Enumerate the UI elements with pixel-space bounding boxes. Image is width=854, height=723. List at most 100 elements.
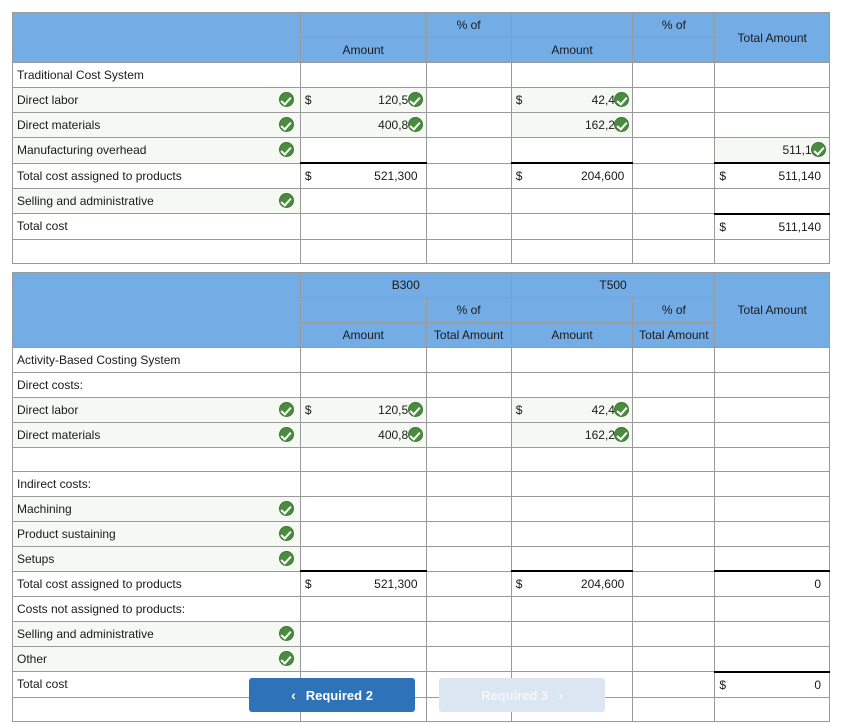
value-cell[interactable]: 42,400 — [510, 87, 634, 113]
value-cell[interactable]: 511,140 — [714, 162, 830, 189]
value-cell[interactable] — [632, 596, 716, 622]
value-cell[interactable]: 42,400 — [510, 396, 634, 423]
value-cell[interactable] — [714, 495, 830, 522]
value-cell[interactable] — [510, 596, 634, 622]
value-cell[interactable] — [632, 570, 716, 597]
value-cell[interactable] — [425, 421, 512, 448]
value-cell[interactable] — [632, 396, 716, 423]
value-cell[interactable] — [632, 495, 716, 522]
value-cell[interactable] — [299, 62, 427, 88]
value-cell[interactable]: 162,200 — [510, 421, 634, 448]
value-cell[interactable] — [425, 470, 512, 497]
value-cell[interactable] — [510, 213, 634, 240]
value-cell[interactable]: 204,600 — [510, 162, 634, 189]
value-cell[interactable]: 400,800 — [299, 112, 427, 138]
value-cell[interactable] — [510, 62, 634, 88]
value-cell[interactable] — [425, 396, 512, 423]
value-cell[interactable] — [714, 188, 830, 214]
value-cell[interactable] — [299, 621, 427, 647]
value-cell[interactable] — [714, 446, 830, 472]
value-cell[interactable] — [510, 646, 634, 672]
value-cell[interactable] — [632, 213, 716, 240]
value-cell[interactable] — [510, 137, 634, 164]
value-cell[interactable]: 400,800 — [299, 421, 427, 448]
value-cell[interactable] — [510, 545, 634, 572]
value-cell[interactable] — [714, 112, 830, 138]
value-cell[interactable] — [425, 446, 512, 472]
value-cell[interactable] — [299, 545, 427, 572]
value-cell[interactable] — [425, 87, 512, 113]
value-cell[interactable] — [714, 346, 830, 373]
value-cell[interactable] — [632, 62, 716, 88]
value-cell[interactable] — [714, 596, 830, 622]
required-3-button[interactable]: Required 3 › — [439, 678, 605, 712]
value-cell[interactable] — [299, 495, 427, 522]
value-cell[interactable] — [299, 520, 427, 547]
value-cell[interactable]: 521,300 — [299, 570, 427, 597]
value-cell[interactable] — [425, 646, 512, 672]
value-cell[interactable] — [510, 346, 634, 373]
value-cell[interactable] — [299, 371, 427, 398]
value-cell[interactable] — [632, 87, 716, 113]
value-cell[interactable]: 511,140 — [714, 137, 830, 164]
value-cell[interactable] — [714, 87, 830, 113]
value-cell[interactable]: 120,500 — [299, 87, 427, 113]
value-cell[interactable] — [425, 621, 512, 647]
value-cell[interactable] — [632, 112, 716, 138]
value-cell[interactable] — [632, 520, 716, 547]
value-cell[interactable] — [510, 495, 634, 522]
value-cell[interactable] — [425, 570, 512, 597]
value-cell[interactable] — [510, 446, 634, 472]
value-cell[interactable] — [425, 495, 512, 522]
value-cell[interactable]: 120,500 — [299, 396, 427, 423]
value-cell[interactable] — [714, 621, 830, 647]
value-cell[interactable] — [714, 421, 830, 448]
value-cell[interactable]: 521,300 — [299, 162, 427, 189]
value-cell[interactable] — [510, 621, 634, 647]
value-cell[interactable]: 162,200 — [510, 112, 634, 138]
value-cell[interactable] — [632, 371, 716, 398]
value-cell[interactable] — [632, 545, 716, 572]
value-cell[interactable] — [632, 621, 716, 647]
value-cell[interactable] — [714, 470, 830, 497]
value-cell[interactable]: 511,140 — [714, 212, 830, 240]
value-cell[interactable] — [510, 371, 634, 398]
value-cell[interactable]: 0 — [714, 570, 830, 597]
value-cell[interactable] — [425, 188, 512, 214]
value-cell[interactable] — [425, 137, 512, 164]
value-cell[interactable] — [299, 646, 427, 672]
value-cell[interactable] — [714, 371, 830, 398]
value-cell[interactable] — [425, 162, 512, 189]
value-cell[interactable] — [714, 646, 830, 672]
required-2-button[interactable]: ‹ Required 2 — [249, 678, 415, 712]
value-cell[interactable] — [425, 520, 512, 547]
value-cell[interactable] — [425, 371, 512, 398]
value-cell[interactable] — [425, 112, 512, 138]
value-cell[interactable] — [425, 596, 512, 622]
value-cell[interactable]: 204,600 — [510, 570, 634, 597]
value-cell[interactable] — [632, 446, 716, 472]
value-cell[interactable] — [299, 346, 427, 373]
value-cell[interactable] — [632, 421, 716, 448]
value-cell[interactable] — [510, 520, 634, 547]
value-cell[interactable] — [510, 470, 634, 497]
value-cell[interactable] — [632, 188, 716, 214]
value-cell[interactable] — [425, 213, 512, 240]
value-cell[interactable] — [632, 470, 716, 497]
value-cell[interactable] — [425, 62, 512, 88]
value-cell[interactable] — [299, 188, 427, 214]
value-cell[interactable] — [714, 545, 830, 572]
value-cell[interactable] — [510, 188, 634, 214]
value-cell[interactable] — [714, 62, 830, 88]
value-cell[interactable] — [425, 346, 512, 373]
value-cell[interactable] — [299, 470, 427, 497]
value-cell[interactable] — [299, 213, 427, 240]
value-cell[interactable] — [632, 137, 716, 164]
value-cell[interactable] — [714, 520, 830, 547]
value-cell[interactable] — [632, 162, 716, 189]
value-cell[interactable] — [714, 396, 830, 423]
value-cell[interactable] — [425, 545, 512, 572]
value-cell[interactable] — [299, 446, 427, 472]
value-cell[interactable] — [299, 137, 427, 164]
value-cell[interactable] — [299, 596, 427, 622]
